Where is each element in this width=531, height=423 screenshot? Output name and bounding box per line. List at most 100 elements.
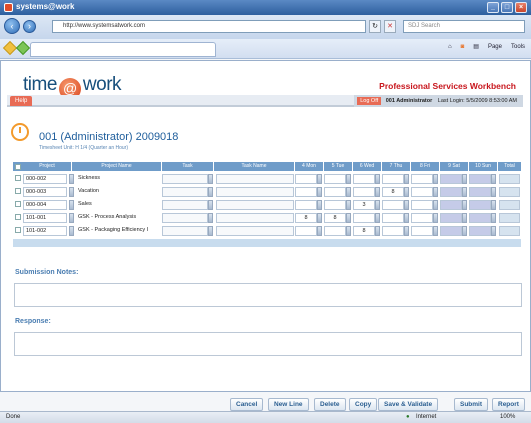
home-icon[interactable]: ⌂ (446, 43, 454, 51)
hours-cell[interactable] (353, 174, 375, 184)
select-all-checkbox[interactable] (15, 163, 21, 170)
col-fri[interactable]: 8 Fri (411, 162, 440, 171)
browser-tab[interactable] (30, 42, 216, 57)
address-input[interactable]: http://www.systemsatwork.com (52, 20, 366, 33)
hours-note-icon[interactable] (375, 213, 380, 223)
project-code[interactable]: 000-002 (23, 174, 67, 184)
hours-cell[interactable]: 8 (353, 226, 375, 236)
submission-notes-input[interactable] (14, 283, 522, 307)
forward-icon[interactable]: › (23, 20, 36, 33)
col-sat[interactable]: 9 Sat (440, 162, 469, 171)
page-menu[interactable]: Page (486, 43, 504, 51)
hours-cell[interactable] (469, 187, 491, 197)
print-icon[interactable]: ▤ (471, 42, 481, 51)
hours-note-icon[interactable] (317, 187, 322, 197)
hours-cell[interactable] (353, 213, 375, 223)
task-lookup-icon[interactable] (208, 213, 213, 223)
hours-cell[interactable] (382, 200, 404, 210)
hours-note-icon[interactable] (404, 213, 409, 223)
task-input[interactable] (162, 187, 208, 197)
hours-cell[interactable] (440, 213, 462, 223)
hours-cell[interactable] (440, 187, 462, 197)
hours-cell[interactable] (295, 174, 317, 184)
hours-note-icon[interactable] (462, 226, 467, 236)
hours-cell[interactable] (382, 174, 404, 184)
task-lookup-icon[interactable] (208, 174, 213, 184)
hours-cell[interactable] (324, 187, 346, 197)
hours-note-icon[interactable] (346, 200, 351, 210)
task-lookup-icon[interactable] (208, 187, 213, 197)
hours-cell[interactable] (440, 226, 462, 236)
col-task[interactable]: Task (162, 162, 214, 171)
hours-note-icon[interactable] (433, 187, 438, 197)
hours-note-icon[interactable] (404, 174, 409, 184)
save-validate-button[interactable]: Save & Validate (378, 398, 439, 411)
row-checkbox[interactable] (15, 227, 21, 233)
col-sun[interactable]: 10 Sun (469, 162, 498, 171)
hours-cell[interactable]: 8 (295, 213, 317, 223)
project-code[interactable]: 101-001 (23, 213, 67, 223)
refresh-icon[interactable]: ↻ (369, 20, 381, 33)
hours-cell[interactable]: 8 (324, 213, 346, 223)
zoom-level[interactable]: 100% (500, 412, 515, 423)
hours-note-icon[interactable] (375, 226, 380, 236)
add-favorite-icon[interactable] (15, 40, 31, 56)
stop-icon[interactable]: ✕ (384, 20, 396, 33)
hours-note-icon[interactable] (433, 174, 438, 184)
col-project[interactable]: Project (23, 162, 72, 171)
hours-note-icon[interactable] (491, 187, 496, 197)
project-lookup-icon[interactable] (69, 174, 74, 184)
hours-cell[interactable] (324, 226, 346, 236)
hours-note-icon[interactable] (491, 200, 496, 210)
hours-note-icon[interactable] (433, 200, 438, 210)
task-input[interactable] (162, 174, 208, 184)
report-button[interactable]: Report (492, 398, 525, 411)
hours-cell[interactable] (469, 226, 491, 236)
help-tab[interactable]: Help (10, 96, 33, 106)
hours-cell[interactable] (411, 226, 433, 236)
hours-note-icon[interactable] (346, 174, 351, 184)
col-total[interactable]: Total (498, 162, 521, 171)
row-checkbox[interactable] (15, 175, 21, 181)
hours-cell[interactable] (295, 226, 317, 236)
hours-note-icon[interactable] (375, 200, 380, 210)
hours-note-icon[interactable] (404, 200, 409, 210)
hours-cell[interactable] (411, 200, 433, 210)
hours-note-icon[interactable] (433, 226, 438, 236)
hours-cell[interactable] (295, 187, 317, 197)
cancel-button[interactable]: Cancel (230, 398, 264, 411)
hours-note-icon[interactable] (346, 213, 351, 223)
col-wed[interactable]: 6 Wed (353, 162, 382, 171)
hours-note-icon[interactable] (375, 174, 380, 184)
tools-menu[interactable]: Tools (509, 43, 527, 51)
project-lookup-icon[interactable] (69, 200, 74, 210)
hours-cell[interactable] (324, 174, 346, 184)
col-task-name[interactable]: Task Name (214, 162, 295, 171)
project-code[interactable]: 000-003 (23, 187, 67, 197)
hours-note-icon[interactable] (491, 226, 496, 236)
submit-button[interactable]: Submit (454, 398, 489, 411)
hours-cell[interactable] (440, 174, 462, 184)
hours-note-icon[interactable] (317, 174, 322, 184)
hours-note-icon[interactable] (317, 226, 322, 236)
col-thu[interactable]: 7 Thu (382, 162, 411, 171)
row-checkbox[interactable] (15, 214, 21, 220)
search-input[interactable]: SDJ Search (403, 20, 525, 33)
project-code[interactable]: 101-002 (23, 226, 67, 236)
feeds-icon[interactable]: ◙ (459, 43, 467, 51)
task-input[interactable] (162, 213, 208, 223)
delete-button[interactable]: Delete (314, 398, 346, 411)
row-checkbox[interactable] (15, 188, 21, 194)
log-off-button[interactable]: Log Off (357, 97, 382, 105)
hours-cell[interactable] (411, 187, 433, 197)
hours-note-icon[interactable] (491, 174, 496, 184)
project-lookup-icon[interactable] (69, 226, 74, 236)
col-mon[interactable]: 4 Mon (295, 162, 324, 171)
project-lookup-icon[interactable] (69, 213, 74, 223)
task-lookup-icon[interactable] (208, 200, 213, 210)
hours-note-icon[interactable] (317, 200, 322, 210)
hours-note-icon[interactable] (462, 174, 467, 184)
hours-note-icon[interactable] (433, 213, 438, 223)
hours-note-icon[interactable] (491, 213, 496, 223)
hours-cell[interactable] (353, 187, 375, 197)
